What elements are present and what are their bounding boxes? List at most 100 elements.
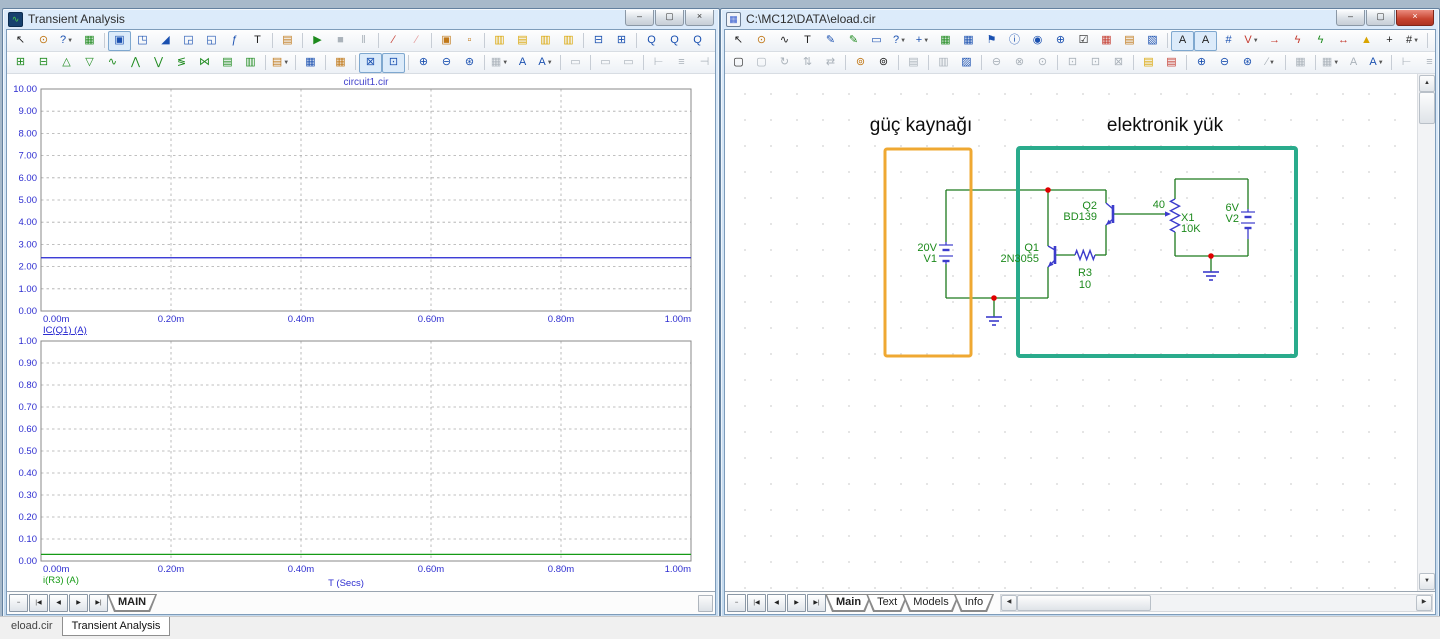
delete-page-button[interactable]: ▤ xyxy=(1160,53,1183,73)
select-box-mode-button[interactable]: ▣ xyxy=(108,31,131,51)
find-component-button[interactable]: ⊚ xyxy=(849,53,872,73)
horizontal-scrollbar[interactable]: ◀ ▶ xyxy=(1000,594,1433,612)
align-right-button[interactable]: ⊣ xyxy=(693,53,715,73)
scroll-down-button[interactable]: ▼ xyxy=(1419,573,1435,590)
enable-region-button[interactable]: ☑ xyxy=(1072,31,1095,51)
select-cursor-button[interactable]: ↖ xyxy=(727,31,750,51)
numeric-output-button[interactable]: ▦ xyxy=(299,53,322,73)
grid-button[interactable]: #▼ xyxy=(1401,31,1424,51)
plot-canvas[interactable]: 0.00m0.20m0.40m0.60m0.80m1.00m10.009.008… xyxy=(7,74,715,591)
spreadsheet-button[interactable]: ▦ xyxy=(957,31,980,51)
probe-button[interactable]: ⚑ xyxy=(980,31,1003,51)
split-horizontal-button[interactable]: ⊟ xyxy=(587,31,610,51)
next-page-button[interactable]: ▶ xyxy=(787,594,806,612)
flip-vertical-button[interactable]: ⇅ xyxy=(796,53,819,73)
align-left-button[interactable]: ⊢ xyxy=(647,53,670,73)
pan-button[interactable]: ⊙ xyxy=(750,31,773,51)
show-node-voltages-button[interactable]: V▼ xyxy=(1240,31,1263,51)
flip-horizontal-button[interactable]: ⇄ xyxy=(819,53,842,73)
help-point-button[interactable]: ⊗ xyxy=(1008,53,1031,73)
page-tab-main[interactable]: Main xyxy=(825,594,872,612)
schematic-titlebar[interactable]: ▦ C:\MC12\DATA\eload.cir –▢× xyxy=(721,9,1439,29)
peak-tags-button[interactable]: ⋀ xyxy=(124,53,147,73)
show-node-numbers-button[interactable]: # xyxy=(1217,31,1240,51)
plot-layout-4-button[interactable]: ▥ xyxy=(557,31,580,51)
page-settings-button[interactable]: ▥ xyxy=(932,53,955,73)
node-snap-mode-dropdown-icon[interactable]: ▼ xyxy=(923,38,929,44)
align-center-button[interactable]: ≡ xyxy=(1418,53,1435,73)
help-mode-button[interactable]: ?▼ xyxy=(55,31,78,51)
point-to-point-button[interactable]: ◉ xyxy=(1026,31,1049,51)
help-mode-button[interactable]: ?▼ xyxy=(888,31,911,51)
show-pin-connections-button[interactable]: ↔ xyxy=(1332,31,1355,51)
clear-region-button[interactable]: ▢ xyxy=(750,53,773,73)
grid-snap-button[interactable]: ▦▼ xyxy=(1319,53,1342,73)
stepping-options-button[interactable]: ∕ xyxy=(405,31,428,51)
curve-list-button[interactable]: ▤ xyxy=(216,53,239,73)
battery-V1[interactable] xyxy=(939,242,953,264)
cursor-lines-button[interactable]: ⊠ xyxy=(359,53,382,73)
zoom-window-mode-button[interactable]: ◳ xyxy=(131,31,154,51)
node-snap-mode-button[interactable]: +▼ xyxy=(911,31,934,51)
last-page-button[interactable]: ▶| xyxy=(807,594,826,612)
zoom-fit-button[interactable]: Q xyxy=(709,31,715,51)
find-button[interactable]: ⊚ xyxy=(872,53,895,73)
transient-analysis-titlebar[interactable]: ∿ Transient Analysis –▢× xyxy=(3,9,719,29)
plot-layout-2-button[interactable]: ▤ xyxy=(511,31,534,51)
grid-snap-dropdown-icon[interactable]: ▼ xyxy=(1333,60,1339,66)
prev-page-button[interactable]: ◀ xyxy=(49,594,68,612)
watch-button[interactable]: ▦ xyxy=(329,53,352,73)
clipboard-dropdown-icon[interactable]: ▼ xyxy=(283,60,289,66)
more-options-button[interactable]: ⊙ xyxy=(1031,53,1054,73)
picture-button[interactable]: ▦ xyxy=(1289,53,1312,73)
help-mode-dropdown-icon[interactable]: ▼ xyxy=(900,38,906,44)
magnify-region-button[interactable]: ⊛ xyxy=(458,53,481,73)
select-cursor-button[interactable]: ↖ xyxy=(9,31,32,51)
stamp-button[interactable]: ⊠ xyxy=(1107,53,1130,73)
grid-dropdown-icon[interactable]: ▼ xyxy=(1413,38,1419,44)
model-file-button[interactable]: ▤ xyxy=(1431,31,1435,51)
maximize-button[interactable]: ▢ xyxy=(655,10,684,26)
rotate-button[interactable]: ↻ xyxy=(773,53,796,73)
show-grid-text-button[interactable]: A xyxy=(1194,31,1217,51)
go-to-page-button[interactable]: ▤ xyxy=(902,53,925,73)
data-points-button[interactable]: ▣ xyxy=(435,31,458,51)
log-y-button[interactable]: ▽ xyxy=(78,53,101,73)
text-mode-button[interactable]: T xyxy=(246,31,269,51)
crosshair-button[interactable]: + xyxy=(1378,31,1401,51)
waveform-button[interactable]: ∿ xyxy=(101,53,124,73)
transient-plots[interactable]: 0.00m0.20m0.40m0.60m0.80m1.00m10.009.008… xyxy=(7,74,715,591)
grid-options-dropdown-icon[interactable]: ▼ xyxy=(502,60,508,66)
scroll-left-button[interactable]: ◀ xyxy=(1001,595,1017,611)
formula-mode-button[interactable]: ƒ xyxy=(223,31,246,51)
page-list-button[interactable]: − xyxy=(9,594,28,612)
sheet-button[interactable]: ▧ xyxy=(1141,31,1164,51)
log-x-button[interactable]: △ xyxy=(55,53,78,73)
first-page-button[interactable]: |◀ xyxy=(29,594,48,612)
scale-mode-button[interactable]: ◢ xyxy=(154,31,177,51)
horizontal-scroll-thumb[interactable] xyxy=(1017,595,1151,611)
font-style-dropdown-icon[interactable]: ▼ xyxy=(547,60,553,66)
send-to-back-button[interactable]: ▭ xyxy=(617,53,640,73)
scroll-up-button[interactable]: ▲ xyxy=(1419,75,1435,92)
first-page-button[interactable]: |◀ xyxy=(747,594,766,612)
show-conditions-button[interactable]: ϟ xyxy=(1309,31,1332,51)
page-tab-main[interactable]: MAIN xyxy=(107,594,157,612)
resistor-R3[interactable] xyxy=(1075,251,1095,260)
zoom-in-button[interactable]: Q xyxy=(640,31,663,51)
vertical-scroll-thumb[interactable] xyxy=(1419,92,1435,124)
close-button[interactable]: × xyxy=(685,10,714,26)
magnify-in-button[interactable]: ⊕ xyxy=(412,53,435,73)
properties-button[interactable]: ▤ xyxy=(276,31,299,51)
taskbar-tab-transient-analysis[interactable]: Transient Analysis xyxy=(62,617,171,636)
page-copy-button[interactable]: ▭ xyxy=(564,53,587,73)
minimize-button[interactable]: – xyxy=(625,10,654,26)
zoom-mode-button[interactable]: ∕▼ xyxy=(1259,53,1282,73)
zoom-mode-dropdown-icon[interactable]: ▼ xyxy=(1269,60,1275,66)
font-style-button[interactable]: A▼ xyxy=(534,53,557,73)
component-mode-button[interactable]: ∿ xyxy=(773,31,796,51)
transistor-Q1[interactable] xyxy=(1048,246,1055,267)
zoom-out-button[interactable]: ⊖ xyxy=(1213,53,1236,73)
data-tags-button[interactable]: ⋈ xyxy=(193,53,216,73)
valley-tags-button[interactable]: ⋁ xyxy=(147,53,170,73)
